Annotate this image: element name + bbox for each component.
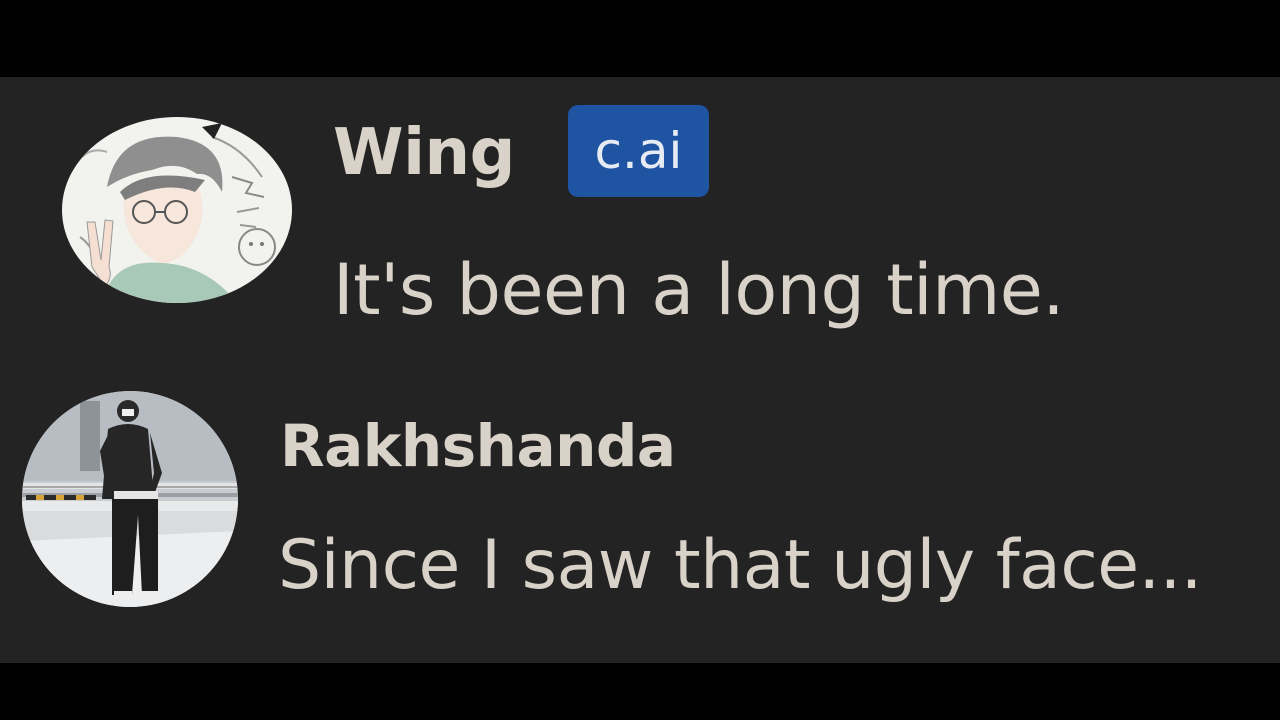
- chat-message-wing: Wing c.ai It's been a long time.: [0, 77, 1280, 367]
- author-name[interactable]: Wing: [333, 121, 515, 185]
- screen-frame: Wing c.ai It's been a long time. Rakhsha…: [0, 0, 1280, 720]
- chat-message-rakhshanda: Rakhshanda Since I saw that ugly face...: [0, 367, 1280, 663]
- cai-badge: c.ai: [568, 105, 709, 197]
- person-photo-avatar[interactable]: [22, 391, 238, 607]
- message-text: It's been a long time.: [333, 249, 1065, 331]
- anime-boy-sketch-avatar[interactable]: [62, 117, 292, 303]
- author-name[interactable]: Rakhshanda: [280, 417, 676, 475]
- chat-panel: Wing c.ai It's been a long time. Rakhsha…: [0, 77, 1280, 663]
- message-text: Since I saw that ugly face...: [278, 526, 1202, 605]
